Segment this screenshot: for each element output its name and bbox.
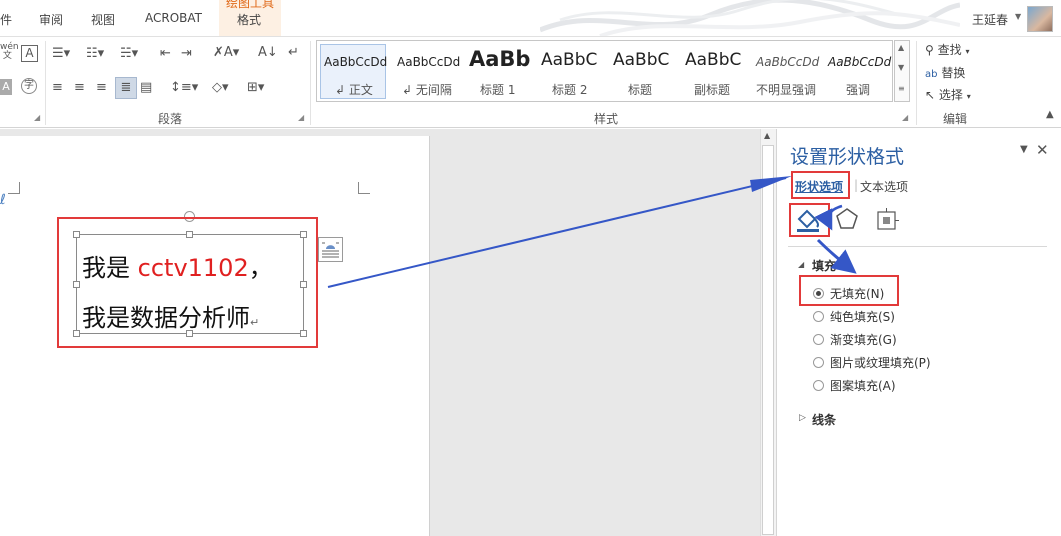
style-title[interactable]: AaBbC 标题 [606,41,678,101]
group-separator [45,41,46,125]
tab-view[interactable]: 视图 [91,11,115,28]
sort-icon[interactable]: A↓ [258,45,278,60]
chevron-down-icon[interactable]: ▼ [1015,12,1021,21]
collapse-ribbon-icon[interactable]: ▲ [1046,109,1054,120]
contextual-tab-group-label: 绘图工具 [226,0,275,10]
chevron-down-icon[interactable]: ▼ [1020,144,1028,155]
ribbon: wén 文 A A 字 ☰▾ ☷▾ ☵▾ ⇤ ⇥ ✗A▾ A↓ ↵ ≡ ≡ ≡ … [0,36,1061,128]
style-normal[interactable]: AaBbCcDd ↲ 正文 [317,41,390,101]
style-no-spacing[interactable]: AaBbCcDd ↲ 无间隔 [390,41,462,101]
bullets-icon[interactable]: ☰▾ [52,46,70,61]
line-spacing-icon[interactable]: ↕≡▾ [170,80,198,95]
user-name[interactable]: 王延春 [972,11,1008,28]
annotation-box-no-fill [799,275,899,306]
style-subtitle[interactable]: AaBbC 副标题 [678,41,750,101]
title-decoration [540,0,960,36]
radio-solid-fill[interactable] [813,311,824,322]
group-label-paragraph: 段落 [158,112,183,126]
radio-picture-fill[interactable] [813,357,824,368]
ribbon-tab-bar: 绘图工具 件 审阅 视图 ACROBAT 格式 王延春 ▼ [0,0,1061,36]
text-direction-icon[interactable]: ✗A▾ [213,45,239,60]
cursor-arrow-icon: ↖ [925,88,936,102]
tab-review[interactable]: 审阅 [39,11,63,28]
radio-label-gradient-fill[interactable]: 渐变填充(G) [830,331,897,348]
section-fill[interactable]: 填充 [812,257,836,274]
tab-format[interactable]: 格式 [237,11,261,28]
decrease-indent-icon[interactable]: ⇤ [160,46,171,61]
align-left-icon[interactable]: ≡ [52,80,63,95]
show-formatting-marks-icon[interactable]: ↵ [288,45,299,60]
tab-file[interactable]: 件 [0,11,12,28]
style-subtle-emphasis[interactable]: AaBbCcDd 不明显强调 [750,41,822,101]
character-shading-icon[interactable]: A [0,79,12,95]
chevron-up-icon[interactable]: ▲ [764,131,770,140]
group-label-styles: 样式 [594,112,619,126]
gallery-scrollbar[interactable]: ▲ ▼ ≡ [894,40,910,102]
paragraph-fragment-icon: ℓ [0,192,6,208]
style-emphasis[interactable]: AaBbCcDd 强调 [822,41,894,101]
enclose-characters-icon[interactable]: 字 [21,78,37,94]
layout-options-button[interactable] [318,237,343,262]
dialog-launcher-icon[interactable]: ◢ [902,113,908,122]
styles-gallery: AaBbCcDd ↲ 正文 AaBbCcDd ↲ 无间隔 AaBb 标题 1 A… [316,40,893,102]
radio-gradient-fill[interactable] [813,334,824,345]
increase-indent-icon[interactable]: ⇥ [181,46,192,61]
radio-label-picture-fill[interactable]: 图片或纹理填充(P) [830,354,931,371]
tab-text-options[interactable]: 文本选项 [860,178,908,195]
chevron-down-icon: ▾ [965,47,970,56]
align-right-icon[interactable]: ≡ [96,80,107,95]
annotation-box-textbox [57,217,318,348]
radio-pattern-fill[interactable] [813,380,824,391]
group-separator [310,41,311,125]
radio-label-pattern-fill[interactable]: 图案填充(A) [830,377,896,394]
margin-corner-mark [358,182,370,194]
style-heading-2[interactable]: AaBbC 标题 2 [534,41,606,101]
distributed-icon[interactable]: ▤ [140,80,152,95]
section-line[interactable]: 线条 [812,411,836,428]
multilevel-list-icon[interactable]: ☵▾ [120,46,138,61]
pane-divider [788,246,1047,247]
chevron-up-icon[interactable]: ▲ [898,43,904,52]
tab-acrobat[interactable]: ACROBAT [145,11,202,25]
annotation-box-shape-tab [791,171,850,199]
find-button[interactable]: ⚲ 查找 ▾ [925,41,969,58]
character-border-icon[interactable]: A [21,45,38,62]
avatar[interactable] [1027,6,1053,32]
margin-corner-mark [8,182,20,194]
borders-icon[interactable]: ⊞▾ [247,80,264,95]
layout-properties-icon[interactable] [874,207,900,233]
group-label-editing: 编辑 [943,112,968,126]
justify-icon[interactable]: ≣ [115,77,137,99]
style-heading-1[interactable]: AaBb 标题 1 [462,41,534,101]
align-center-icon[interactable]: ≡ [74,80,85,95]
collapse-triangle-icon[interactable]: ◢ [798,260,804,269]
tab-divider: | [854,178,859,192]
pane-title: 设置形状格式 [790,146,905,168]
replace-icon: ab [925,69,938,80]
expand-triangle-icon[interactable]: ▷ [799,413,806,423]
effects-icon[interactable] [834,206,860,232]
gallery-more-icon[interactable]: ≡ [898,84,905,93]
group-separator [916,41,917,125]
layout-options-icon [322,242,339,258]
dialog-launcher-icon[interactable]: ◢ [298,113,304,122]
dialog-launcher-icon[interactable]: ◢ [34,113,40,122]
shading-icon[interactable]: ◇▾ [212,80,229,95]
radio-label-solid-fill[interactable]: 纯色填充(S) [830,308,895,325]
close-icon[interactable]: ✕ [1036,141,1049,159]
scrollbar-thumb[interactable] [762,145,774,535]
select-button[interactable]: ↖ 选择 ▾ [925,86,971,103]
binoculars-icon: ⚲ [925,43,934,57]
annotation-box-fill-icon [789,203,830,237]
chevron-down-icon[interactable]: ▼ [898,63,904,72]
replace-button[interactable]: ab 替换 [925,64,965,81]
phonetic-guide-icon[interactable]: wén 文 [0,43,19,61]
chevron-down-icon: ▾ [966,92,971,101]
numbering-icon[interactable]: ☷▾ [86,46,104,61]
